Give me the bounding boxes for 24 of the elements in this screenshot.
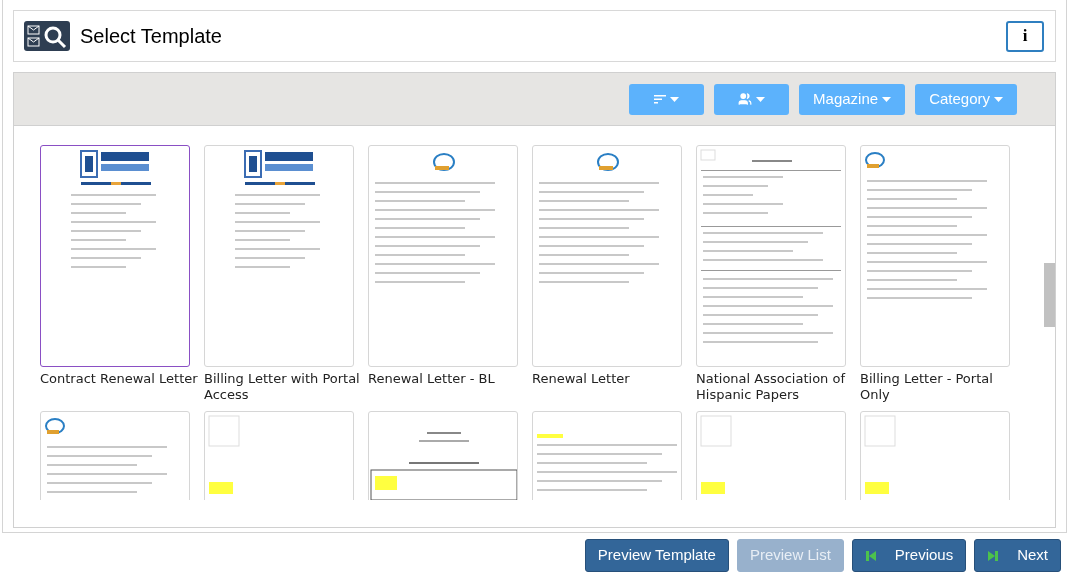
template-name: National Association of Hispanic Papers — [696, 371, 847, 403]
template-name: Billing Letter with Portal Access — [204, 371, 361, 403]
caret-icon — [882, 96, 892, 102]
mail-search-icon — [24, 21, 70, 51]
sort-icon — [654, 94, 667, 104]
sort-dropdown[interactable] — [629, 83, 705, 115]
caret-icon — [670, 96, 680, 102]
scrollbar-thumb[interactable] — [1044, 263, 1055, 327]
users-dropdown[interactable] — [714, 83, 790, 115]
skip-back-icon — [864, 549, 877, 562]
skip-forward-icon — [987, 549, 1000, 562]
page-title: Select Template — [80, 24, 222, 49]
template-name: Renewal Letter - BL — [368, 371, 496, 387]
previous-button[interactable]: Previous — [851, 539, 967, 572]
template-name: Billing Letter - Portal Only — [860, 371, 994, 403]
template-name: Contract Renewal Letter — [40, 371, 199, 387]
next-button[interactable]: Next — [974, 539, 1061, 572]
users-icon — [738, 92, 753, 106]
preview-button[interactable]: Preview Template — [584, 539, 729, 572]
template-thumbnail[interactable] — [40, 145, 190, 367]
caret-icon — [756, 96, 766, 102]
caret-icon — [994, 96, 1003, 102]
template-name: Renewal Letter — [532, 371, 631, 387]
info-button[interactable]: i — [1006, 20, 1044, 52]
